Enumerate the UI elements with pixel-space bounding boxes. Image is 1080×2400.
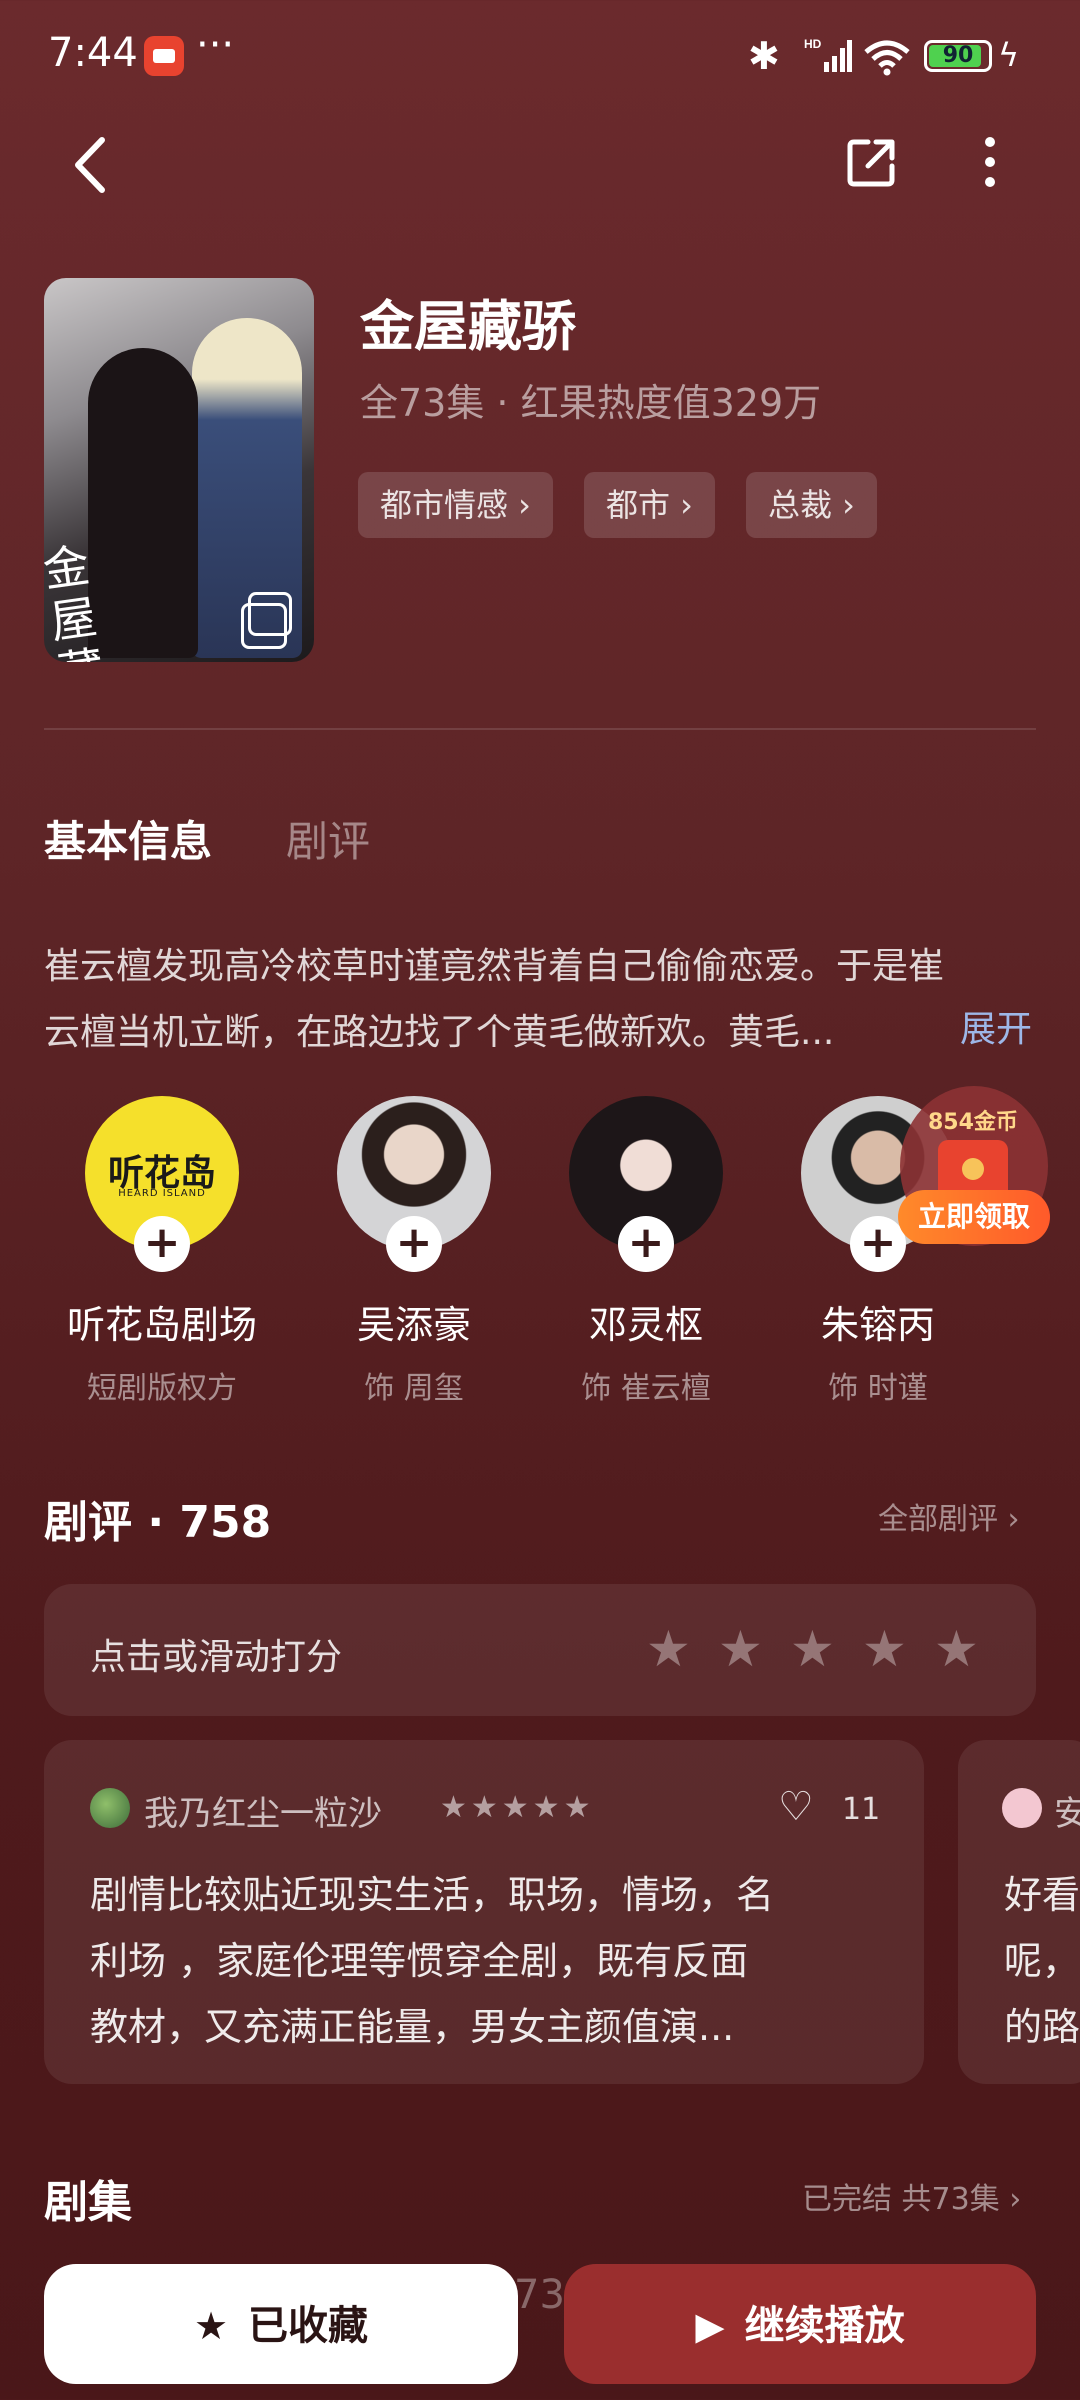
cast-role: 饰 时谨 xyxy=(828,1371,928,1406)
claim-coins-button[interactable]: 立即领取 xyxy=(898,1190,1050,1244)
episode-number: 73 xyxy=(514,2272,565,2318)
avatar xyxy=(90,1788,130,1828)
cast-name: 邓灵枢 xyxy=(588,1303,703,1347)
synopsis-line: 崔云檀发现高冷校草时谨竟然背着自己偷偷恋爱。于是崔 xyxy=(44,946,945,987)
star-icon[interactable]: ★ xyxy=(646,1620,691,1678)
drama-cover[interactable]: 金屋藏骄 xyxy=(44,278,314,662)
cast-name: 吴添豪 xyxy=(356,1303,471,1347)
play-icon: ▶ xyxy=(695,2304,725,2348)
review-line: 利场 ，家庭伦理等惯穿全剧，既有反面 xyxy=(90,1939,749,1983)
more-notifications-icon: ··· xyxy=(196,22,235,68)
favorite-button[interactable]: ★ 已收藏 xyxy=(44,2264,518,2384)
expand-link[interactable]: 展开 xyxy=(960,1000,1032,1052)
follow-button[interactable]: + xyxy=(386,1216,442,1272)
cast-name: 朱镕丙 xyxy=(820,1303,935,1347)
star-icon: ★ xyxy=(193,2304,229,2348)
studio-logo-subtext: HEARD ISLAND xyxy=(118,1188,206,1199)
continue-play-button[interactable]: ▶ 继续播放 xyxy=(564,2264,1036,2384)
follow-button[interactable]: + xyxy=(850,1216,906,1272)
review-line: 教材，又充满正能量，男女主颜值演... xyxy=(90,2005,735,2049)
star-icon[interactable]: ★ xyxy=(718,1620,763,1678)
favorite-label: 已收藏 xyxy=(248,2303,369,2349)
more-options-button[interactable] xyxy=(970,132,1010,192)
drama-meta: 全73集 · 红果热度值329万 xyxy=(360,381,822,425)
review-line: 好看 xyxy=(1004,1873,1080,1917)
cast-role: 饰 崔云檀 xyxy=(581,1371,711,1406)
synopsis-line: 云檀当机立断，在路边找了个黄毛做新欢。黄毛... xyxy=(44,1012,835,1053)
signal-icon: HD xyxy=(804,37,852,72)
coin-amount: 854金币 xyxy=(928,1110,1018,1135)
avatar xyxy=(1002,1788,1042,1828)
cast-role: 饰 周玺 xyxy=(364,1371,464,1406)
follow-button[interactable]: + xyxy=(618,1216,674,1272)
review-username: 我乃红尘一粒沙 xyxy=(144,1794,382,1834)
review-text: 好看 呢， 的路 xyxy=(1004,1862,1080,2060)
review-text: 剧情比较贴近现实生活，职场，情场，名 利场 ，家庭伦理等惯穿全剧，既有反面 教材… xyxy=(90,1862,890,2060)
review-line: 的路 xyxy=(1004,2005,1080,2049)
tab-basic-info[interactable]: 基本信息 xyxy=(44,808,212,869)
episodes-status-link[interactable]: 已完结 共73集 › xyxy=(802,2174,1021,2218)
cast-item-studio[interactable]: 听花岛 HEARD ISLAND + 听花岛剧场 短剧版权方 xyxy=(46,1096,278,1407)
reviews-section-title: 剧评 · 758 xyxy=(44,1497,272,1548)
status-time: 7:44 xyxy=(48,30,138,76)
review-username: 安 xyxy=(1054,1794,1080,1834)
like-count: 11 xyxy=(842,1792,881,1827)
app-notification-icon xyxy=(144,36,184,76)
cast-role: 短剧版权方 xyxy=(87,1371,237,1406)
synopsis: 崔云檀发现高冷校草时谨竟然背着自己偷偷恋爱。于是崔 云檀当机立断，在路边找了个黄… xyxy=(44,934,1036,1066)
network-type-label: HD xyxy=(804,37,822,51)
star-icon[interactable]: ★ xyxy=(790,1620,835,1678)
gallery-icon[interactable] xyxy=(241,592,292,649)
share-button[interactable] xyxy=(842,132,902,192)
heart-icon[interactable]: ♡ xyxy=(778,1784,814,1830)
all-reviews-link[interactable]: 全部剧评 › xyxy=(878,1494,1020,1538)
tab-reviews[interactable]: 剧评 xyxy=(286,808,370,869)
back-button[interactable] xyxy=(60,130,120,200)
cast-item-actor[interactable]: + 吴添豪 饰 周玺 xyxy=(298,1096,530,1407)
follow-button[interactable]: + xyxy=(134,1216,190,1272)
play-label: 继续播放 xyxy=(744,2303,905,2349)
star-icon[interactable]: ★ xyxy=(862,1620,907,1678)
review-line: 剧情比较贴近现实生活，职场，情场，名 xyxy=(90,1873,775,1917)
divider xyxy=(44,728,1036,730)
review-rating-stars: ★★★★★ xyxy=(440,1790,595,1825)
avatar: + xyxy=(337,1096,491,1272)
avatar: + xyxy=(569,1096,723,1272)
battery-level: 90 xyxy=(942,43,974,68)
rating-prompt: 点击或滑动打分 xyxy=(90,1637,343,1678)
tag-urban[interactable]: 都市 › xyxy=(584,472,715,538)
wifi-icon xyxy=(864,40,910,76)
tag-urban-romance[interactable]: 都市情感 › xyxy=(358,472,553,538)
studio-logo: 听花岛 HEARD ISLAND + xyxy=(85,1096,239,1272)
star-icon[interactable]: ★ xyxy=(934,1620,979,1678)
bluetooth-icon: ✱ xyxy=(748,34,780,78)
charging-icon: ϟ xyxy=(998,36,1020,74)
episodes-section-title: 剧集 xyxy=(44,2177,132,2228)
tag-ceo[interactable]: 总裁 › xyxy=(746,472,877,538)
drama-title: 金屋藏骄 xyxy=(360,295,576,358)
cast-name: 听花岛剧场 xyxy=(66,1303,257,1347)
cast-item-actor[interactable]: + 邓灵枢 饰 崔云檀 xyxy=(530,1096,762,1407)
battery-icon: 90 xyxy=(924,40,992,72)
review-line: 呢， xyxy=(1004,1939,1080,1983)
